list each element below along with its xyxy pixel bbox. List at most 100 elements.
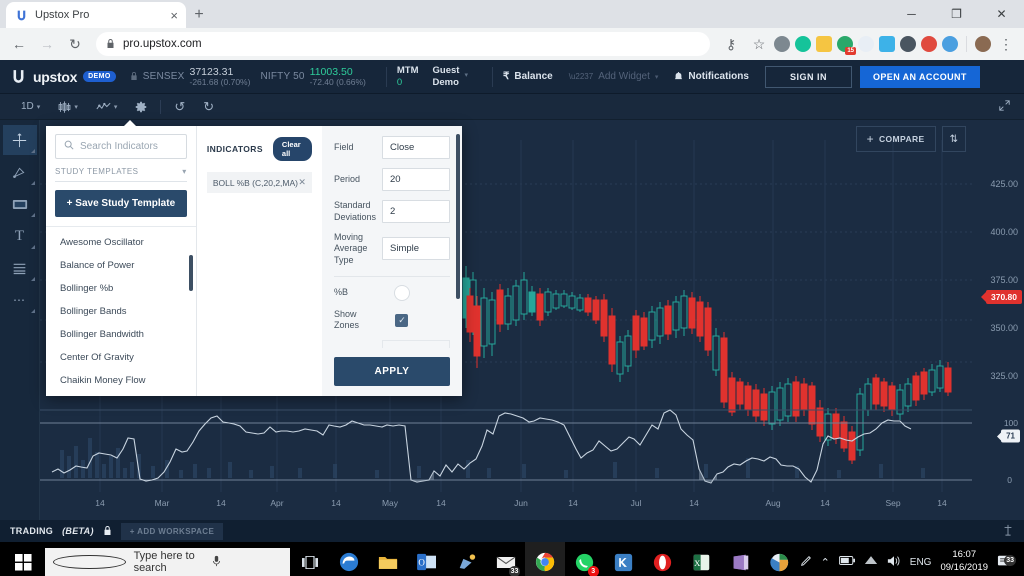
excel-icon[interactable]: X (682, 542, 721, 576)
extension-link-icon[interactable] (942, 36, 958, 52)
start-icon[interactable] (4, 542, 43, 576)
field-input[interactable] (382, 136, 450, 159)
save-study-template-button[interactable]: + Save Study Template (55, 190, 187, 217)
index-nifty50[interactable]: NIFTY 50 11003.50 -72.40 (0.66%) (260, 66, 365, 88)
redo-button[interactable]: ↻ (194, 94, 223, 120)
file-explorer-icon[interactable] (369, 542, 408, 576)
add-workspace-button[interactable]: + ADD WORKSPACE (121, 523, 223, 540)
chart-type-selector[interactable]: ▾ (49, 94, 87, 120)
notifications-button[interactable]: Notifications (674, 71, 749, 82)
list-item[interactable]: Awesome Oscillator (46, 231, 196, 254)
chrome-icon[interactable] (525, 542, 564, 576)
password-key-icon[interactable]: ⚷ (718, 31, 744, 57)
task-view-icon[interactable] (290, 542, 329, 576)
trendline-tool[interactable] (3, 157, 37, 187)
close-icon[interactable]: ✕ (298, 177, 306, 188)
new-tab-button[interactable]: + (186, 2, 212, 28)
balance-button[interactable]: ₹ Balance (503, 71, 553, 82)
extension-shield-icon[interactable] (774, 36, 790, 52)
lines-tool[interactable] (3, 253, 37, 283)
crosshair-tool[interactable] (3, 125, 37, 155)
edge-icon[interactable] (330, 542, 369, 576)
indicator-list-scrollbar[interactable] (189, 255, 193, 291)
interval-selector[interactable]: 1D ▾ (12, 94, 49, 120)
sort-button[interactable]: ⇅ (942, 126, 966, 152)
undo-button[interactable]: ↺ (165, 94, 194, 120)
teams-icon[interactable] (760, 542, 799, 576)
lock-icon[interactable] (103, 525, 112, 538)
percent-b-color-swatch[interactable] (395, 286, 409, 300)
more-tools[interactable]: ⋯ (3, 285, 37, 315)
add-widget-button[interactable]: \u2237 Add Widget ▾ (569, 71, 659, 82)
onenote-icon[interactable] (721, 542, 760, 576)
std-dev-input[interactable] (382, 200, 450, 223)
sign-in-button[interactable]: SIGN IN (765, 66, 852, 88)
close-window-icon[interactable]: ✕ (979, 0, 1024, 28)
list-item[interactable]: Center Of Gravity (46, 346, 196, 369)
chart-settings-button[interactable] (126, 94, 156, 120)
partial-input[interactable] (382, 340, 450, 348)
text-tool[interactable]: T (3, 221, 37, 251)
chevron-up-icon[interactable]: ⌃ (821, 556, 830, 569)
opera-icon[interactable] (643, 542, 682, 576)
notifications-icon[interactable]: 33 (997, 554, 1014, 571)
browser-menu-icon[interactable]: ⋮ (996, 37, 1016, 51)
reload-icon[interactable]: ↻ (62, 31, 88, 57)
apply-button[interactable]: APPLY (334, 357, 450, 386)
extension-gear-red-icon[interactable] (900, 36, 916, 52)
search-input[interactable] (80, 141, 178, 152)
extension-smiley-icon[interactable] (816, 36, 832, 52)
minimize-icon[interactable]: ─ (889, 0, 934, 28)
back-icon[interactable]: ← (6, 31, 32, 57)
language-indicator[interactable]: ENG (910, 557, 932, 568)
close-icon[interactable]: × (170, 9, 178, 22)
address-bar[interactable]: pro.upstox.com (96, 32, 710, 56)
kite-icon[interactable] (604, 542, 643, 576)
bookmark-star-icon[interactable]: ☆ (746, 31, 772, 57)
extension-person-red-icon[interactable] (921, 36, 937, 52)
expand-icon[interactable] (999, 100, 1010, 114)
pen-icon[interactable] (800, 555, 812, 570)
battery-icon[interactable] (839, 556, 855, 568)
mail-icon[interactable]: 33 (486, 542, 525, 576)
rectangle-tool[interactable] (3, 189, 37, 219)
paint-3d-icon[interactable] (447, 542, 486, 576)
show-zones-checkbox[interactable]: ✓ (395, 314, 408, 327)
index-sensex[interactable]: SENSEX 37123.31 -261.68 (0.70%) (130, 66, 251, 88)
ma-type-input[interactable] (382, 237, 450, 260)
study-templates-dropdown[interactable]: STUDY TEMPLATES ▾ (55, 167, 187, 182)
price-axis[interactable]: 425.00 400.00 375.00 350.00 325.00 370.8… (972, 120, 1024, 520)
whatsapp-icon[interactable]: 3 (565, 542, 604, 576)
indicator-selector[interactable]: ▾ (87, 94, 127, 120)
clock[interactable]: 16:07 09/16/2019 (940, 549, 988, 575)
time-axis[interactable]: 14 Mar 14 Apr 14 May 14 Jun 14 Jul 14 Au… (40, 498, 972, 514)
microphone-icon[interactable] (212, 555, 282, 570)
list-item[interactable]: Balance of Power (46, 254, 196, 277)
active-indicator-chip[interactable]: BOLL %B (C,20,2,MA) ✕ (207, 172, 312, 193)
period-input[interactable] (382, 168, 450, 191)
account-menu[interactable]: Guest Demo ▾ (433, 65, 468, 88)
compare-button[interactable]: + COMPARE (856, 126, 936, 152)
maximize-icon[interactable]: ❐ (934, 0, 979, 28)
extension-avatar-icon[interactable] (858, 36, 874, 52)
profile-avatar[interactable] (975, 36, 991, 52)
settings-scrollbar[interactable] (456, 134, 460, 299)
extension-grammarly-icon[interactable] (795, 36, 811, 52)
volume-icon[interactable] (887, 555, 901, 570)
indicator-list[interactable]: Awesome Oscillator Balance of Power Boll… (46, 226, 196, 396)
list-item[interactable]: Chaikin Money Flow (46, 369, 196, 392)
clear-all-button[interactable]: Clear all (273, 137, 312, 161)
open-account-button[interactable]: OPEN AN ACCOUNT (860, 66, 980, 88)
brand[interactable]: upstox DEMO (10, 68, 116, 85)
wifi-icon[interactable] (864, 555, 878, 569)
extension-calendar-icon[interactable]: 15 (837, 36, 853, 52)
browser-tab[interactable]: Upstox Pro × (6, 2, 186, 28)
search-indicators-box[interactable] (55, 134, 187, 159)
outlook-icon[interactable]: O (408, 542, 447, 576)
forward-icon[interactable]: → (34, 31, 60, 57)
layout-icon[interactable] (1002, 524, 1014, 539)
list-item[interactable]: Bollinger %b (46, 277, 196, 300)
list-item[interactable]: Bollinger Bandwidth (46, 323, 196, 346)
extension-blue-tag-icon[interactable] (879, 36, 895, 52)
taskbar-search[interactable]: Type here to search (45, 548, 290, 576)
